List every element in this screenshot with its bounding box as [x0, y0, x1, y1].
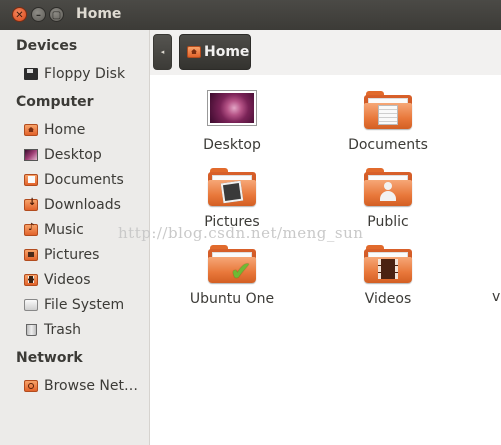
drive-icon	[24, 299, 38, 311]
file-item-videos[interactable]: Videos	[332, 243, 444, 307]
file-manager-window: ✕ – ▢ Home Devices Floppy Disk Computer …	[0, 0, 501, 445]
sidebar-item-videos[interactable]: Videos	[24, 269, 146, 291]
sidebar-heading-network: Network	[16, 350, 83, 366]
file-item-pictures[interactable]: Pictures	[176, 166, 288, 230]
file-item-public[interactable]: Public	[332, 166, 444, 230]
sidebar-item-label: Browse Net…	[44, 378, 139, 394]
sidebar-item-home[interactable]: Home	[24, 119, 146, 141]
sidebar-item-label: Desktop	[44, 147, 102, 163]
close-button[interactable]: ✕	[12, 7, 27, 22]
sidebar-item-label: File System	[44, 297, 125, 313]
sidebar-item-label: Documents	[44, 172, 124, 188]
location-toolbar: ◂ Home	[150, 30, 501, 75]
window-title: Home	[76, 6, 122, 22]
file-item-label: Ubuntu One	[189, 291, 275, 307]
documents-folder-icon	[24, 174, 38, 186]
sidebar-item-documents[interactable]: Documents	[24, 169, 146, 191]
sidebar-item-pictures[interactable]: Pictures	[24, 244, 146, 266]
file-icon-view[interactable]: Desktop Documents Pictures Public ✔ Ubun…	[150, 75, 501, 445]
sidebar-item-downloads[interactable]: Downloads	[24, 194, 146, 216]
videos-folder-icon	[24, 274, 38, 286]
sidebar-item-music[interactable]: Music	[24, 219, 146, 241]
floppy-icon	[24, 68, 38, 80]
sidebar-item-label: Floppy Disk	[44, 66, 126, 82]
sidebar-item-browse-network[interactable]: Browse Net…	[24, 375, 146, 397]
ubuntu-one-folder-icon: ✔	[208, 243, 256, 285]
title-bar[interactable]: ✕ – ▢ Home	[0, 0, 501, 30]
file-item-label: Videos	[364, 291, 412, 307]
home-folder-icon	[187, 46, 201, 58]
documents-folder-icon	[364, 89, 412, 131]
music-folder-icon	[24, 222, 38, 236]
home-folder-icon	[24, 124, 38, 136]
sidebar-item-floppy-disk[interactable]: Floppy Disk	[24, 63, 146, 85]
sidebar-item-label: Downloads	[44, 197, 121, 213]
sidebar-item-desktop[interactable]: Desktop	[24, 144, 146, 166]
network-icon	[24, 380, 38, 392]
desktop-icon	[208, 89, 256, 131]
file-item-label: Pictures	[204, 214, 260, 230]
trash-icon	[26, 324, 37, 336]
file-item-documents[interactable]: Documents	[332, 89, 444, 153]
file-item-desktop[interactable]: Desktop	[176, 89, 288, 153]
sidebar-item-file-system[interactable]: File System	[24, 294, 146, 316]
back-button[interactable]: ◂	[153, 34, 172, 70]
sidebar-item-trash[interactable]: Trash	[24, 319, 146, 341]
downloads-folder-icon	[24, 197, 38, 211]
sidebar-item-label: Videos	[44, 272, 91, 288]
breadcrumb-label: Home	[204, 44, 250, 60]
sidebar-item-label: Home	[44, 122, 86, 138]
sidebar-item-label: Music	[44, 222, 84, 238]
file-item-partial-label[interactable]: v	[492, 289, 500, 305]
sidebar-item-label: Trash	[44, 322, 81, 338]
public-folder-icon	[364, 166, 412, 208]
pictures-folder-icon	[24, 249, 38, 261]
desktop-icon	[24, 149, 38, 161]
breadcrumb-home[interactable]: Home	[179, 34, 251, 70]
sidebar-heading-devices: Devices	[16, 38, 78, 54]
file-item-label: Documents	[348, 137, 428, 153]
places-sidebar: Devices Floppy Disk Computer Home Deskto…	[0, 30, 150, 445]
pictures-folder-icon	[208, 166, 256, 208]
sidebar-heading-computer: Computer	[16, 94, 94, 110]
file-item-label: Public	[367, 214, 409, 230]
videos-folder-icon	[364, 243, 412, 285]
minimize-button[interactable]: –	[31, 7, 46, 22]
file-item-label: Desktop	[203, 137, 261, 153]
sidebar-item-label: Pictures	[44, 247, 100, 263]
maximize-button[interactable]: ▢	[49, 7, 64, 22]
file-item-ubuntu-one[interactable]: ✔ Ubuntu One	[176, 243, 288, 307]
